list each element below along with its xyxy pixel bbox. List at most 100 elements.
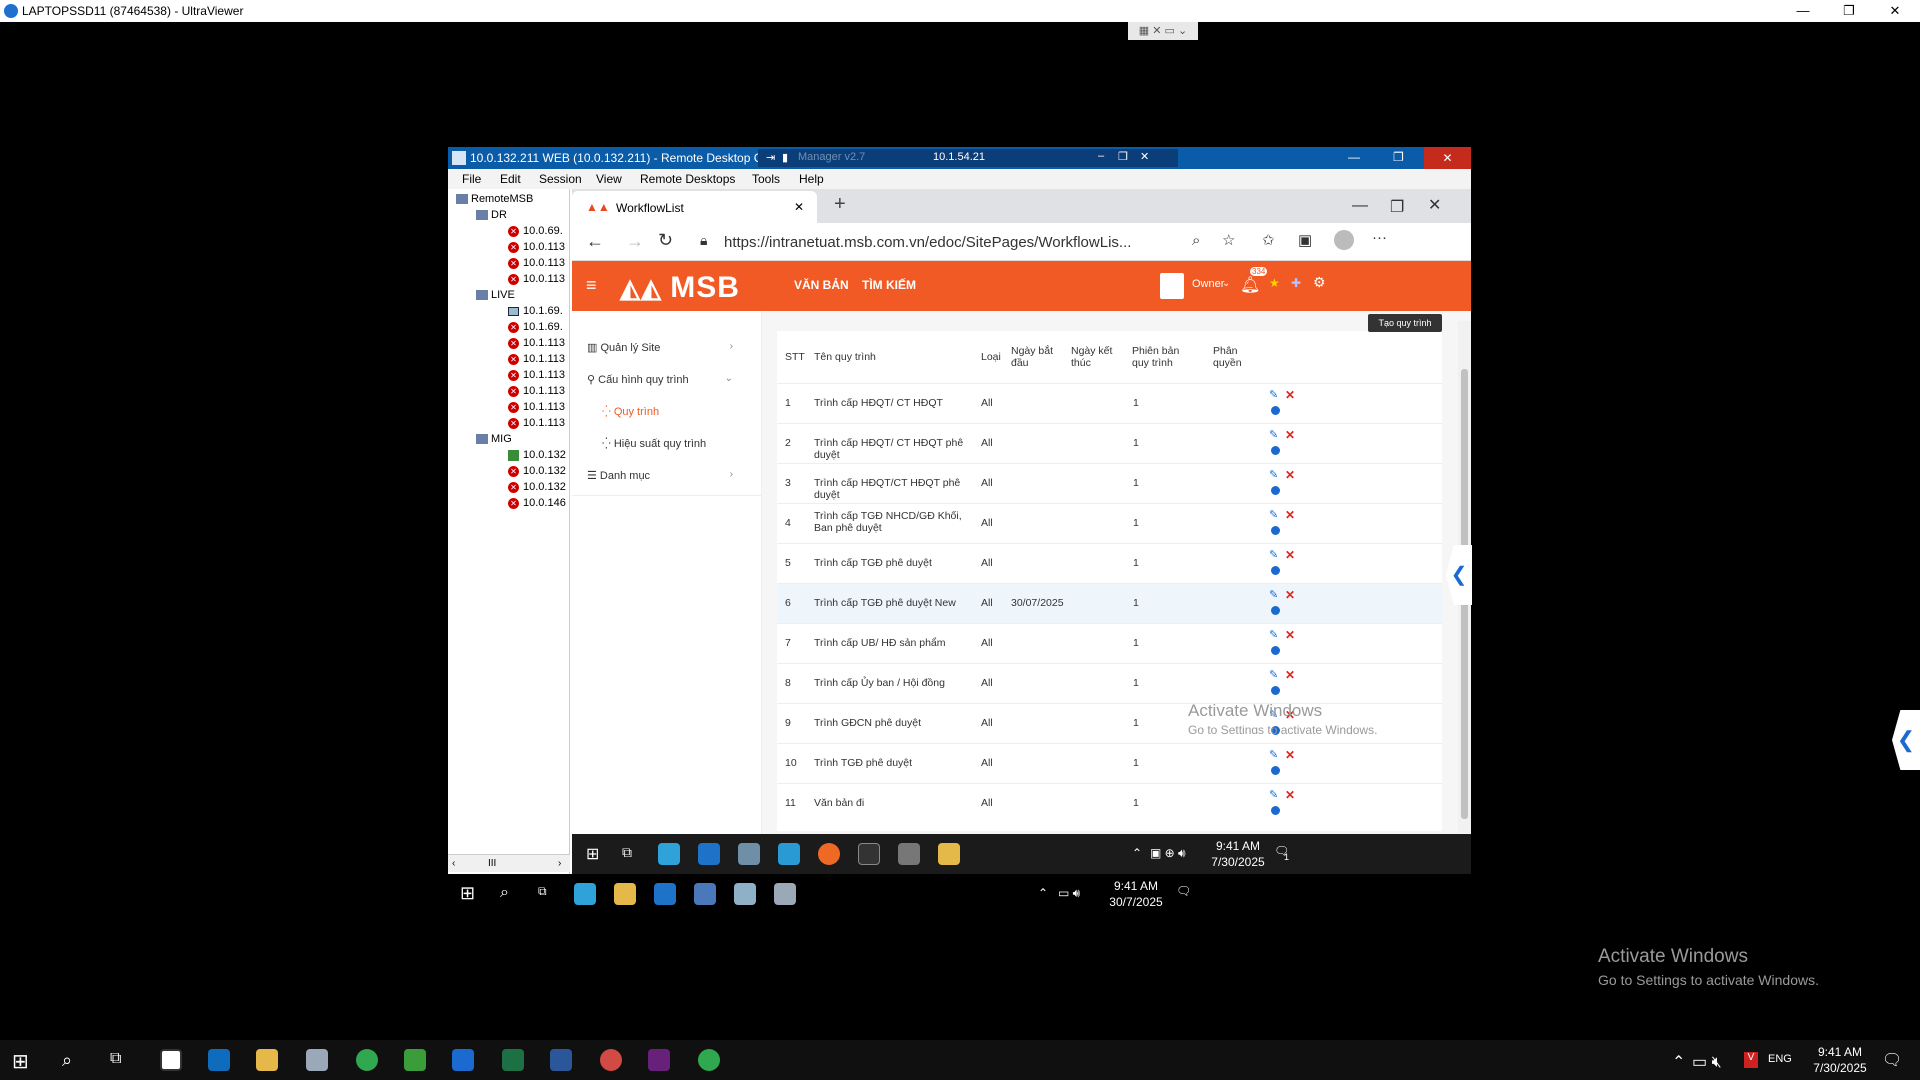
- chrome-profile-icon[interactable]: [600, 1049, 622, 1071]
- bell-icon[interactable]: 🔔︎: [1240, 275, 1260, 295]
- table-row[interactable]: 11 Văn bản đi All 1 ✎ ✕: [777, 783, 1442, 823]
- permission-icon[interactable]: [1271, 446, 1280, 455]
- create-workflow-tooltip[interactable]: Tạo quy trình: [1368, 314, 1442, 332]
- delete-icon[interactable]: ✕: [1285, 588, 1295, 602]
- host-ie-icon[interactable]: [654, 883, 676, 905]
- main-tray-chevron-icon[interactable]: ⌃: [1672, 1052, 1685, 1072]
- rdc-minimize-button[interactable]: —: [1348, 150, 1360, 164]
- edit-pencil-icon[interactable]: ✎: [1269, 428, 1278, 441]
- host-start-icon[interactable]: ⊞: [460, 883, 475, 904]
- table-row[interactable]: 2 Trình cấp HĐQT/ CT HĐQT phê duyệt All 1 ✎ ✕: [777, 423, 1442, 463]
- menu-help[interactable]: Help: [799, 172, 824, 186]
- host-task-view-icon[interactable]: ⧉: [538, 884, 547, 899]
- scroll-left-icon[interactable]: ‹: [452, 858, 455, 869]
- restore-button[interactable]: ❐: [1826, 0, 1872, 22]
- scroll-thumb[interactable]: III: [488, 858, 496, 869]
- sidebar-item-danh-muc[interactable]: ☰ Danh mục ›: [587, 469, 747, 482]
- tree-group-live[interactable]: LIVE: [476, 289, 515, 301]
- edit-pencil-icon[interactable]: ✎: [1269, 388, 1278, 401]
- explorer-icon[interactable]: [256, 1049, 278, 1071]
- table-row[interactable]: 1 Trình cấp HĐQT/ CT HĐQT All 1 ✎ ✕: [777, 383, 1442, 423]
- action-center-icon[interactable]: 🗨︎: [1882, 1050, 1902, 1070]
- tree-server[interactable]: ✕ 10.1.69.: [508, 321, 563, 333]
- tree-server[interactable]: ✕ 10.1.113: [508, 401, 565, 413]
- host-edge-icon[interactable]: [574, 883, 596, 905]
- edit-pencil-icon[interactable]: ✎: [1269, 628, 1278, 641]
- menu-session[interactable]: Session: [539, 172, 582, 186]
- hamburger-icon[interactable]: ≡: [586, 275, 597, 296]
- settings-gear-icon[interactable]: ⚙: [1313, 274, 1326, 291]
- permission-icon[interactable]: [1271, 566, 1280, 575]
- tray-icons[interactable]: ▣ ⊕ 🔊︎: [1150, 846, 1186, 861]
- lock-icon[interactable]: 🔒︎: [700, 232, 707, 249]
- browser-close-button[interactable]: ✕: [1428, 195, 1441, 215]
- chrome-alt-icon[interactable]: [698, 1049, 720, 1071]
- postman-icon[interactable]: [818, 843, 840, 865]
- host-rdcman-icon[interactable]: [774, 883, 796, 905]
- menu-remote-desktops[interactable]: Remote Desktops: [640, 172, 735, 186]
- explorer-icon[interactable]: [938, 843, 960, 865]
- host-notification-icon[interactable]: 🗨︎: [1176, 884, 1191, 898]
- permission-icon[interactable]: [1271, 406, 1280, 415]
- tree-group-dr[interactable]: DR: [476, 209, 507, 221]
- delete-icon[interactable]: ✕: [1285, 388, 1295, 402]
- tree-server[interactable]: ✕ 10.0.132: [508, 481, 566, 493]
- table-row[interactable]: 5 Trình cấp TGĐ phê duyệt All 1 ✎ ✕: [777, 543, 1442, 583]
- scroll-right-icon[interactable]: ›: [558, 858, 561, 869]
- main-search-icon[interactable]: ⌕: [62, 1050, 72, 1071]
- rdc-restore-button[interactable]: ❐: [1393, 150, 1404, 164]
- main-start-icon[interactable]: ⊞: [12, 1049, 29, 1074]
- delete-icon[interactable]: ✕: [1285, 628, 1295, 642]
- user-name[interactable]: Owner: [1192, 278, 1224, 290]
- uk-flag-icon[interactable]: ✚: [1291, 276, 1301, 290]
- unikey-icon[interactable]: V: [1744, 1052, 1758, 1068]
- edit-pencil-icon[interactable]: ✎: [1269, 548, 1278, 561]
- conn-restore-button[interactable]: ❐: [1118, 150, 1128, 163]
- edit-pencil-icon[interactable]: ✎: [1269, 668, 1278, 681]
- tree-server[interactable]: ✕ 10.0.132: [508, 465, 566, 477]
- tray-chevron-icon[interactable]: ⌃: [1132, 846, 1142, 860]
- tree-server[interactable]: ✕ 10.1.113: [508, 417, 565, 429]
- zoom-icon[interactable]: ⌕: [1192, 232, 1200, 249]
- tree-group-mig[interactable]: MIG: [476, 433, 512, 445]
- remote-clock[interactable]: 9:41 AM 7/30/2025: [1208, 838, 1268, 870]
- permission-icon[interactable]: [1271, 526, 1280, 535]
- reload-icon[interactable]: ↻: [658, 230, 673, 251]
- permission-icon[interactable]: [1271, 686, 1280, 695]
- tab-workflowlist[interactable]: ▲▲ WorkflowList ✕: [572, 191, 817, 223]
- tree-server[interactable]: ✕ 10.0.113: [508, 273, 565, 285]
- tree-server[interactable]: ✕ 10.0.113: [508, 241, 565, 253]
- edit-pencil-icon[interactable]: ✎: [1269, 788, 1278, 801]
- browser-restore-button[interactable]: ❐: [1390, 197, 1404, 217]
- host-tray-icons[interactable]: ▭ 🔊︎: [1058, 886, 1080, 901]
- host-rdp-icon[interactable]: [694, 883, 716, 905]
- menu-edit[interactable]: Edit: [500, 172, 521, 186]
- menu-tools[interactable]: Tools: [752, 172, 780, 186]
- task-view-icon[interactable]: ⧉: [622, 844, 632, 861]
- msb-logo[interactable]: ◭◭ MSB: [620, 271, 740, 305]
- user-chevron-icon[interactable]: ⌄: [1222, 278, 1230, 289]
- forward-icon[interactable]: →: [626, 231, 644, 252]
- back-icon[interactable]: ←: [586, 231, 604, 252]
- table-row[interactable]: 3 Trình cấp HĐQT/CT HĐQT phê duyệt All 1 ✎ ✕: [777, 463, 1442, 503]
- sidebar-item-quan-ly-site[interactable]: ▥ Quản lý Site ›: [587, 341, 747, 354]
- profile-avatar[interactable]: [1334, 230, 1354, 250]
- sidebar-item-cau-hinh[interactable]: ⚲ Cấu hình quy trình ⌄: [587, 373, 747, 386]
- browser-minimize-button[interactable]: —: [1352, 197, 1368, 215]
- host-app-icon[interactable]: [734, 883, 756, 905]
- tree-server[interactable]: ✕ 10.0.69.: [508, 225, 563, 237]
- collections-icon[interactable]: ▣: [1298, 231, 1312, 249]
- edge-beta-icon[interactable]: [778, 843, 800, 865]
- ie-icon[interactable]: [698, 843, 720, 865]
- tree-hscrollbar[interactable]: ‹ III ›: [448, 854, 570, 872]
- table-row[interactable]: 4 Trình cấp TGĐ NHCD/GĐ Khối, Ban phê duy…: [777, 503, 1442, 543]
- nav-van-ban[interactable]: VĂN BẢN: [794, 278, 849, 292]
- conn-close-button[interactable]: ✕: [1140, 150, 1149, 163]
- minimize-button[interactable]: —: [1780, 0, 1826, 22]
- permission-icon[interactable]: [1271, 766, 1280, 775]
- url-field[interactable]: https://intranetuat.msb.com.vn/edoc/Site…: [724, 234, 1164, 251]
- tree-server[interactable]: ✕ 10.1.113: [508, 337, 565, 349]
- conn-minimize-button[interactable]: –: [1098, 150, 1104, 162]
- sidebar-item-hieu-suat[interactable]: ⁛ Hiệu suất quy trình: [602, 437, 706, 450]
- main-tray-icons[interactable]: ▭ 🔇︎: [1692, 1052, 1722, 1072]
